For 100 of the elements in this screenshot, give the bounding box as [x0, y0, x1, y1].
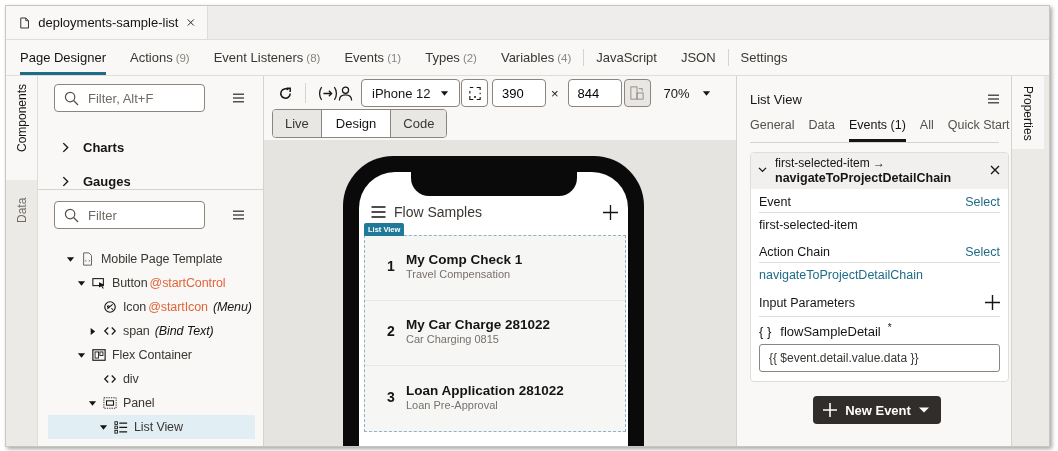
code-brackets-icon	[103, 372, 117, 386]
panel-title: List View	[750, 91, 802, 107]
file-tab[interactable]: deployments-sample-list	[6, 6, 208, 39]
designer-tab[interactable]: Types (2)	[425, 40, 477, 75]
tree-item[interactable]: Icon @startIcon (Menu)	[48, 295, 255, 319]
category-item[interactable]: Gauges	[54, 164, 263, 189]
item-number: 2	[387, 323, 396, 339]
code-brackets-icon	[103, 324, 117, 338]
rotate-layout-icon	[630, 86, 645, 100]
tree-item[interactable]: span (Bind Text)	[48, 319, 255, 343]
component-id: @startIcon	[148, 300, 208, 314]
round-icon	[103, 300, 117, 314]
caret-icon[interactable]	[701, 88, 711, 98]
caret-icon[interactable]	[98, 422, 108, 432]
item-subtitle: Car Charging 0815	[406, 333, 500, 345]
select-link[interactable]: Select	[965, 195, 1000, 209]
chevron-icon[interactable]	[758, 167, 767, 174]
designer-tab[interactable]: JSON	[680, 40, 716, 75]
tree-item[interactable]: Mobile Page Template	[48, 247, 255, 271]
dashed-frame-icon	[468, 85, 481, 101]
side-tab[interactable]: Data	[6, 180, 37, 240]
property-tab[interactable]: All	[919, 118, 934, 142]
list-icon	[114, 420, 128, 434]
tree-item[interactable]: Button @startControl	[48, 271, 255, 295]
tab-count: (8)	[306, 51, 321, 64]
object-type-icon: { }	[759, 323, 772, 339]
select-link[interactable]: Select	[965, 245, 1000, 259]
search-field[interactable]: Filter, Alt+F	[54, 84, 205, 112]
caret-icon[interactable]	[87, 398, 97, 408]
zoom-dropdown[interactable]: 70%	[663, 85, 711, 101]
item-number: 1	[387, 258, 396, 274]
menu-icon[interactable]	[233, 210, 244, 220]
new-event-button[interactable]: New Event	[813, 396, 941, 424]
width-field[interactable]: 390	[492, 79, 546, 107]
tab-count: (9)	[175, 51, 190, 64]
search-icon	[64, 91, 79, 106]
chevron-icon[interactable]	[62, 175, 69, 187]
field-label: Event	[759, 195, 791, 209]
property-tab[interactable]: General	[750, 118, 795, 142]
required-marker: *	[887, 322, 892, 333]
tree-item[interactable]: div	[48, 367, 255, 391]
add-icon[interactable]	[985, 295, 1000, 310]
page-icon	[81, 252, 95, 266]
property-tab[interactable]: Quick Start	[947, 118, 1010, 142]
category-item[interactable]: Charts	[54, 130, 263, 164]
frame-button[interactable]	[461, 79, 488, 107]
designer-tab[interactable]: Variables (4)	[500, 40, 572, 75]
parameter-field[interactable]: {{ $event.detail.value.data }}	[759, 344, 1000, 372]
input-arrow-icon[interactable]	[318, 85, 338, 101]
caret-icon[interactable]	[65, 254, 75, 264]
caret-icon[interactable]	[76, 350, 86, 360]
item-label: Mobile Page Template	[101, 252, 223, 266]
item-label: span	[123, 324, 150, 338]
designer-tab[interactable]: Settings	[740, 40, 788, 75]
mode-tab[interactable]: Code	[391, 110, 447, 137]
chain-link[interactable]: navigateToProjectDetailChain	[759, 268, 923, 282]
component-id: @startControl	[149, 276, 226, 290]
item-note: (Menu)	[212, 300, 252, 314]
caret-icon[interactable]	[76, 278, 86, 288]
designer-tab[interactable]: JavaScript	[596, 40, 657, 75]
caret-icon[interactable]	[440, 88, 449, 98]
menu-icon[interactable]	[371, 206, 386, 218]
tree-item[interactable]: List View	[48, 415, 255, 439]
caret-icon[interactable]	[918, 405, 929, 415]
menu-icon[interactable]	[988, 94, 999, 104]
mode-tab[interactable]: Design	[321, 110, 392, 137]
close-icon[interactable]	[990, 165, 1000, 175]
item-title: My Comp Check 1	[406, 252, 523, 267]
height-field[interactable]: 844	[567, 79, 622, 107]
dashed-panel-icon	[103, 396, 117, 410]
chevron-icon[interactable]	[62, 141, 69, 153]
tree-item[interactable]: Panel	[48, 391, 255, 415]
tree-item[interactable]: Flex Container	[48, 343, 255, 367]
property-tab[interactable]: Data	[808, 118, 835, 142]
field-value: first-selected-item	[759, 218, 858, 232]
mode-tab[interactable]: Live	[273, 110, 322, 137]
user-icon[interactable]	[338, 85, 353, 101]
event-name: first-selected-item →	[775, 156, 886, 170]
event-card-header[interactable]: first-selected-item → navigateToProjectDetailChain	[751, 153, 1008, 189]
parameter-name: flowSampleDetail	[780, 323, 881, 339]
orientation-button[interactable]	[623, 79, 651, 107]
chain-name: navigateToProjectDetailChain	[775, 171, 953, 186]
search-field[interactable]: Filter	[54, 201, 205, 229]
property-tab[interactable]: Events (1)	[848, 118, 906, 142]
side-tab[interactable]: Components	[6, 76, 37, 180]
section-label: Input Parameters	[759, 295, 855, 310]
add-icon[interactable]	[603, 204, 618, 220]
item-label: Panel	[123, 396, 155, 410]
designer-tab[interactable]: Actions (9)	[130, 40, 190, 75]
designer-tab[interactable]: Event Listeners (8)	[213, 40, 321, 75]
flex-layout-icon	[92, 348, 106, 362]
app-title: Flow Samples	[394, 204, 483, 220]
times-sign: ×	[551, 85, 559, 101]
designer-tab[interactable]: Events (1)	[344, 40, 402, 75]
device-dropdown[interactable]: iPhone 12	[361, 79, 460, 107]
side-tab[interactable]: Properties	[1012, 76, 1044, 149]
menu-icon[interactable]	[233, 93, 244, 103]
add-icon	[823, 403, 838, 417]
refresh-icon[interactable]	[278, 85, 293, 101]
item-label: Flex Container	[112, 348, 192, 362]
